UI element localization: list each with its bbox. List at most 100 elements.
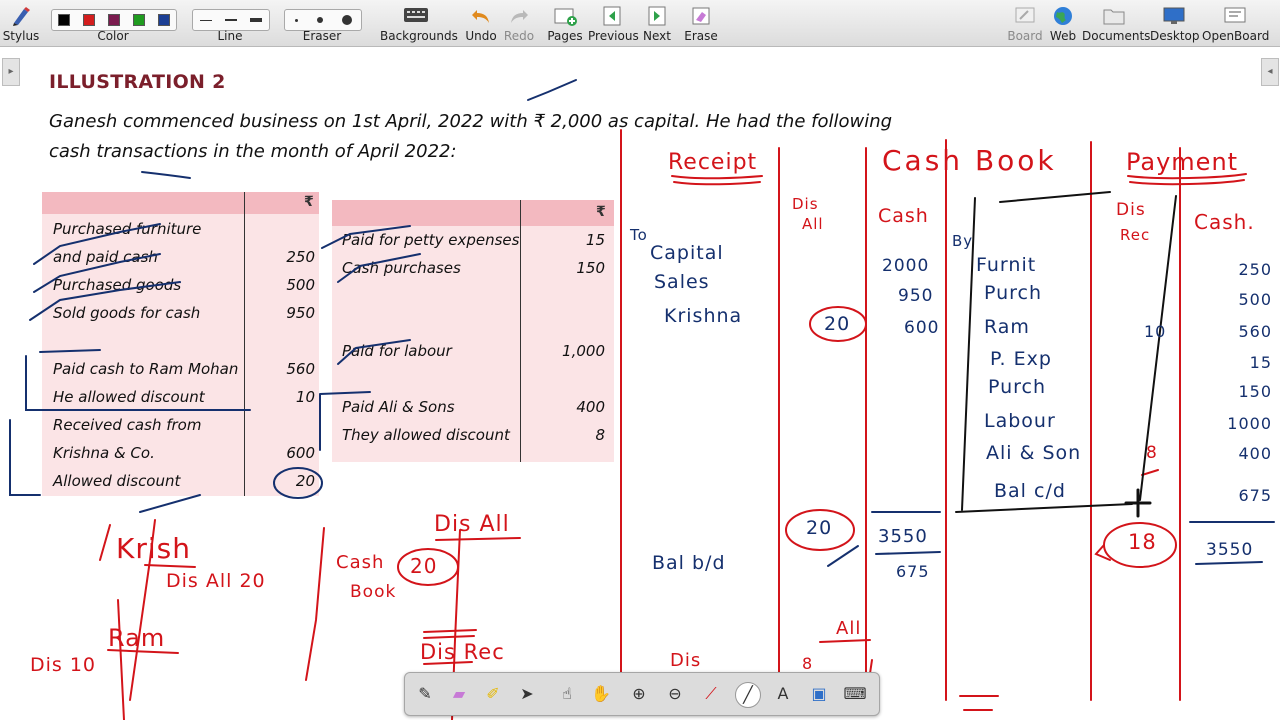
next-button[interactable]: Next	[638, 0, 676, 46]
cash-header-left: Cash	[878, 205, 929, 227]
redo-button[interactable]: Redo	[500, 0, 538, 46]
backgrounds-button[interactable]: Backgrounds	[380, 0, 458, 46]
right-row-amount: 15	[585, 231, 605, 249]
stylus-icon	[13, 7, 30, 26]
pages-label: Pages	[547, 29, 583, 43]
marker-icon: ✐	[486, 684, 500, 703]
table-header	[332, 200, 614, 226]
eraser-label: Eraser	[302, 29, 342, 43]
left-row-amount: 950	[286, 304, 315, 322]
zoom-in-icon: ⊕	[632, 684, 646, 703]
right-row-amount: 150	[576, 259, 605, 277]
eraser-tool-button[interactable]: ▰	[447, 682, 471, 706]
rupee-header: ₹	[304, 194, 314, 210]
table-header	[42, 192, 319, 214]
left-row-amount: 250	[286, 248, 315, 266]
backgrounds-label: Backgrounds	[380, 29, 458, 43]
payment-item: Bal c/d	[994, 480, 1066, 502]
previous-button[interactable]: Previous	[588, 0, 639, 46]
documents-label: Documents	[1082, 29, 1151, 43]
next-page-icon	[648, 6, 666, 26]
erase-page-icon	[692, 7, 710, 25]
web-label: Web	[1049, 29, 1077, 43]
color-swatch-green[interactable]	[132, 14, 145, 26]
ledger-dis-rec-heading: Dis Rec	[420, 640, 505, 664]
right-row-amount: 400	[576, 398, 605, 416]
line-thick-option[interactable]	[250, 18, 263, 22]
line-medium-option[interactable]	[224, 19, 237, 21]
receipt-heading: Receipt	[668, 150, 758, 175]
marker-tool-button[interactable]: ✐	[481, 682, 505, 706]
pages-button[interactable]: Pages	[546, 0, 584, 46]
hand-tool-button[interactable]: ✋	[589, 682, 613, 706]
laser-pointer-button[interactable]: ⟋	[699, 682, 723, 706]
left-row-text: Sold goods for cash	[53, 304, 201, 322]
color-swatch-blue[interactable]	[157, 14, 170, 26]
payment-item: Purch	[984, 282, 1043, 304]
ledger-circled-20: 20	[410, 554, 438, 578]
openboard-label: OpenBoard	[1202, 29, 1270, 43]
color-swatch-red[interactable]	[83, 14, 96, 26]
receipt-discount-krishna: 20	[824, 313, 851, 335]
globe-icon	[1054, 7, 1072, 25]
web-button[interactable]: Web	[1046, 0, 1080, 46]
color-swatch-purple[interactable]	[107, 14, 120, 26]
right-row-text: Paid Ali & Sons	[342, 398, 455, 416]
zoom-out-button[interactable]: ⊖	[663, 682, 687, 706]
eraser-large-option[interactable]	[341, 15, 352, 25]
openboard-menu-button[interactable]: OpenBoard	[1202, 0, 1270, 46]
openboard-icon	[1224, 7, 1246, 23]
receipt-total: 3550	[878, 526, 928, 547]
left-panel-toggle[interactable]: ▸	[2, 58, 20, 86]
payment-amount: 500	[1238, 290, 1272, 309]
desktop-label: Desktop	[1150, 29, 1200, 43]
redo-icon	[511, 10, 528, 23]
payment-item: Purch	[988, 376, 1047, 398]
desktop-button[interactable]: Desktop	[1150, 0, 1200, 46]
line-width-selector	[192, 9, 270, 31]
laser-pointer-icon: ⟋	[705, 684, 717, 703]
previous-page-icon	[603, 6, 621, 26]
erase-button[interactable]: Erase	[682, 0, 720, 46]
right-panel-toggle[interactable]: ◂	[1261, 58, 1279, 86]
line-group: Line	[190, 0, 270, 46]
keyboard-button[interactable]: ⌨	[843, 682, 867, 706]
eraser-medium-option[interactable]	[316, 17, 323, 23]
right-row-text: They allowed discount	[342, 426, 510, 444]
line-thin-option[interactable]	[199, 19, 212, 21]
cashbook-eight-bottom: 8	[802, 654, 814, 673]
ledger-cash-word: Cash	[336, 552, 385, 573]
pen-tool-button[interactable]: ✎	[413, 682, 437, 706]
keyboard-icon: ⌨	[843, 684, 867, 703]
payment-discount-ram: 10	[1144, 322, 1167, 341]
capture-tool-button[interactable]: ▣	[807, 682, 831, 706]
payment-amount: 15	[1249, 353, 1272, 372]
zoom-in-button[interactable]: ⊕	[627, 682, 651, 706]
play-tool-button[interactable]: ☝	[555, 682, 579, 706]
left-row-text: Paid cash to Ram Mohan	[53, 360, 239, 378]
payment-amount: 675	[1238, 486, 1272, 505]
documents-button[interactable]: Documents	[1082, 0, 1151, 46]
next-label: Next	[643, 29, 671, 43]
receipt-item-sales: Sales	[654, 271, 710, 293]
undo-label: Undo	[465, 29, 497, 43]
left-row-text: Allowed discount	[53, 472, 181, 490]
payment-total: 3550	[1206, 540, 1254, 560]
undo-button[interactable]: Undo	[462, 0, 500, 46]
left-row-text: and paid cash	[53, 248, 158, 266]
line-tool-button[interactable]: ╱	[735, 682, 761, 708]
selector-tool-button[interactable]: ➤	[515, 682, 539, 706]
color-palette	[51, 9, 177, 31]
color-swatch-black[interactable]	[58, 14, 71, 26]
board-button[interactable]: Board	[1006, 0, 1044, 46]
eraser-size-selector	[284, 9, 362, 31]
left-row-amount: 20	[295, 472, 315, 490]
stylus-button[interactable]: Stylus	[2, 0, 40, 46]
eraser-small-option[interactable]	[294, 18, 298, 22]
text-tool-button[interactable]: A	[771, 682, 795, 706]
payment-heading: Payment	[1126, 148, 1239, 176]
dis-all-header-2: All	[802, 215, 824, 233]
left-row-amount: 500	[286, 276, 315, 294]
receipt-item-capital: Capital	[650, 242, 724, 264]
right-row-amount: 1,000	[562, 342, 605, 360]
